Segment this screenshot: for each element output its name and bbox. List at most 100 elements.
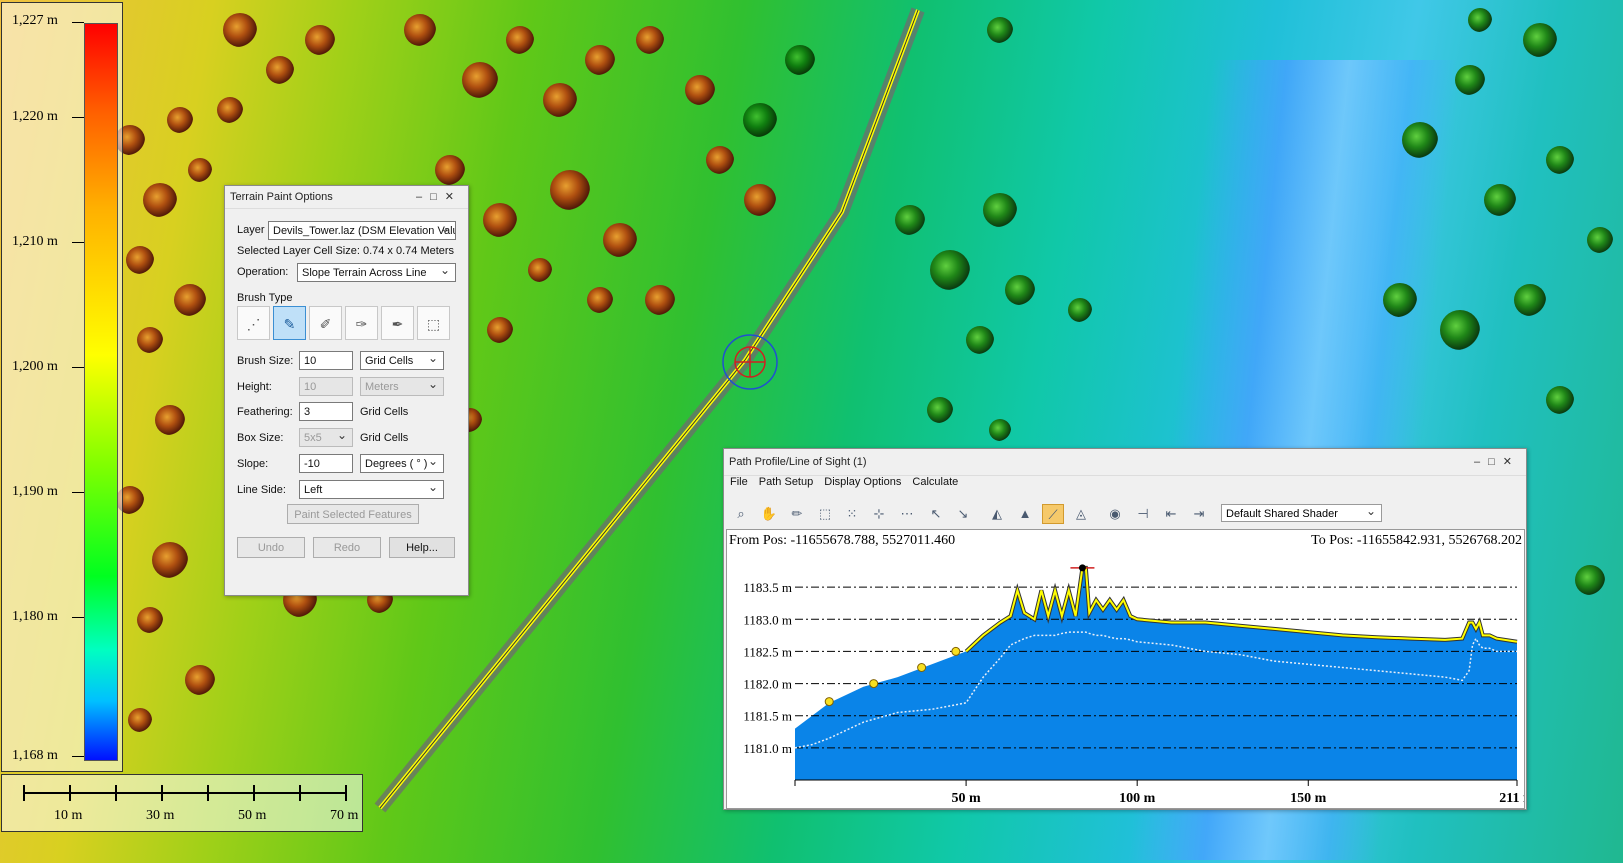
brush-type-group: ⋰ ✎ ✐ ✑ ✒ ⬚ <box>237 306 455 342</box>
box-size-select[interactable]: 5x5 <box>299 426 353 447</box>
feathering-label: Feathering: <box>237 406 293 418</box>
scale-label: 70 m <box>330 808 359 823</box>
minimize-icon[interactable]: – <box>1474 456 1488 468</box>
legend-label: 1,168 m <box>12 748 58 763</box>
x-tick-label: 100 m <box>1119 791 1156 806</box>
legend-label: 1,180 m <box>12 609 58 624</box>
maximize-icon[interactable]: □ <box>1488 456 1503 468</box>
slope-input[interactable]: -10 <box>299 454 353 473</box>
y-tick-label: 1181.0 m <box>743 741 792 756</box>
profile-marker <box>824 697 834 707</box>
slope-line-icon[interactable]: ⟋ <box>1042 504 1064 524</box>
menu-file[interactable]: File <box>730 476 748 488</box>
shader-select[interactable]: Default Shared Shader <box>1221 502 1382 522</box>
toolbar: ⌕ ✋ ✏ ⬚ ⁙ ⊹ ⋯ ↖ ↘ ◭ ▲ ⟋ ◬ ◉ ⊣ ⇤ ⇥ Defaul… <box>724 500 1526 528</box>
box-size-unit-label: Grid Cells <box>360 432 409 444</box>
close-icon[interactable]: ✕ <box>445 191 462 203</box>
scale-tick <box>23 785 25 801</box>
scale-tick <box>161 785 163 801</box>
terrain-paint-titlebar[interactable]: Terrain Paint Options –□✕ <box>225 186 468 209</box>
maximize-icon[interactable]: □ <box>430 191 445 203</box>
profile-left-icon[interactable]: ⇤ <box>1160 504 1182 524</box>
terrain-fill-icon[interactable]: ▲ <box>1014 504 1036 524</box>
scale-line <box>24 792 346 794</box>
zoom-icon[interactable]: ⌕ <box>730 504 752 524</box>
scale-label: 30 m <box>146 808 175 823</box>
legend-label: 1,200 m <box>12 359 58 374</box>
help-button[interactable]: Help... <box>389 537 455 558</box>
legend-color-bar <box>84 23 118 761</box>
dotted-line-brush-icon[interactable]: ⋰ <box>237 306 270 340</box>
minimize-icon[interactable]: – <box>416 191 430 203</box>
y-tick-label: 1182.0 m <box>743 677 792 692</box>
flatten-brush-icon[interactable]: ✒ <box>381 306 414 340</box>
y-tick-label: 1182.5 m <box>743 644 792 659</box>
grid-icon[interactable]: ⊹ <box>868 504 890 524</box>
menu-calculate[interactable]: Calculate <box>912 476 958 488</box>
undo-button[interactable]: Undo <box>237 537 305 558</box>
pan-hand-icon[interactable]: ✋ <box>758 504 780 524</box>
brush-size-label: Brush Size: <box>237 355 294 367</box>
line-side-select[interactable]: Left <box>299 478 444 499</box>
brush-size-input[interactable]: 10 <box>299 351 353 370</box>
operation-select[interactable]: Slope Terrain Across Line <box>297 261 456 282</box>
stamp-brush-icon[interactable]: ✑ <box>345 306 378 340</box>
profile-chart[interactable]: From Pos: -11655678.788, 5527011.460 To … <box>726 529 1525 809</box>
x-tick-label: 150 m <box>1290 791 1327 806</box>
brush-size-unit-select[interactable]: Grid Cells <box>360 349 444 370</box>
legend-tick <box>72 492 84 493</box>
scale-tick <box>345 785 347 801</box>
pointer-icon[interactable]: ↖ <box>925 504 947 524</box>
height-input[interactable]: 10 <box>299 377 353 396</box>
scale-tick <box>207 785 209 801</box>
scale-tick <box>115 785 117 801</box>
scale-label: 50 m <box>238 808 267 823</box>
terrain-edit-icon[interactable]: ◭ <box>986 504 1008 524</box>
elevation-legend: 1,227 m 1,220 m 1,210 m 1,200 m 1,190 m … <box>1 2 123 772</box>
grid-alt-icon[interactable]: ⋯ <box>896 504 918 524</box>
path-profile-titlebar[interactable]: Path Profile/Line of Sight (1) –□✕ <box>724 449 1526 476</box>
profile-marker <box>951 646 961 656</box>
close-icon[interactable]: ✕ <box>1503 456 1520 468</box>
terrain-view-icon[interactable]: ◬ <box>1070 504 1092 524</box>
select-box-icon[interactable]: ⬚ <box>814 504 836 524</box>
height-label: Height: <box>237 381 272 393</box>
line-of-sight-icon[interactable]: ◉ <box>1104 504 1126 524</box>
menu-display-options[interactable]: Display Options <box>824 476 901 488</box>
layer-select[interactable]: Devils_Tower.laz (DSM Elevation Valu <box>268 221 456 240</box>
peak-marker <box>1078 564 1086 572</box>
menu-path-setup[interactable]: Path Setup <box>759 476 813 488</box>
profile-right-icon[interactable]: ⇥ <box>1188 504 1210 524</box>
select-area-brush-icon[interactable]: ⬚ <box>417 306 450 340</box>
height-unit-select[interactable]: Meters <box>360 375 444 396</box>
y-tick-label: 1183.0 m <box>743 612 792 627</box>
window-title: Path Profile/Line of Sight (1) <box>729 456 867 468</box>
slope-label: Slope: <box>237 458 269 470</box>
window-title: Terrain Paint Options <box>230 191 333 203</box>
slope-unit-select[interactable]: Degrees ( ° ) <box>360 452 444 473</box>
terrain-paint-options-window: Terrain Paint Options –□✕ Layer Devils_T… <box>224 185 469 596</box>
cell-size-text: Selected Layer Cell Size: 0.74 x 0.74 Me… <box>237 245 455 257</box>
select-points-icon[interactable]: ⁙ <box>841 504 863 524</box>
feathering-input[interactable]: 3 <box>299 402 353 421</box>
x-tick-label: 50 m <box>952 791 982 806</box>
brush-type-label: Brush Type <box>237 292 293 304</box>
legend-label: 1,220 m <box>12 109 58 124</box>
scale-bar: 10 m 30 m 50 m 70 m <box>1 774 363 832</box>
paint-selected-features-button[interactable]: Paint Selected Features <box>287 504 419 524</box>
eraser-icon[interactable]: ✏ <box>786 504 808 524</box>
scale-tick <box>299 785 301 801</box>
scale-label: 10 m <box>54 808 83 823</box>
legend-tick <box>72 367 84 368</box>
profile-cut-icon[interactable]: ⊣ <box>1132 504 1154 524</box>
redo-button[interactable]: Redo <box>313 537 381 558</box>
line-brush-icon[interactable]: ✎ <box>273 306 306 340</box>
legend-tick <box>72 756 84 757</box>
scale-tick <box>69 785 71 801</box>
y-tick-label: 1181.5 m <box>743 709 792 724</box>
line-side-label: Line Side: <box>237 484 286 496</box>
smooth-brush-icon[interactable]: ✐ <box>309 306 342 340</box>
line-pointer-icon[interactable]: ↘ <box>952 504 974 524</box>
legend-tick <box>72 22 84 23</box>
feathering-unit-label: Grid Cells <box>360 406 409 418</box>
